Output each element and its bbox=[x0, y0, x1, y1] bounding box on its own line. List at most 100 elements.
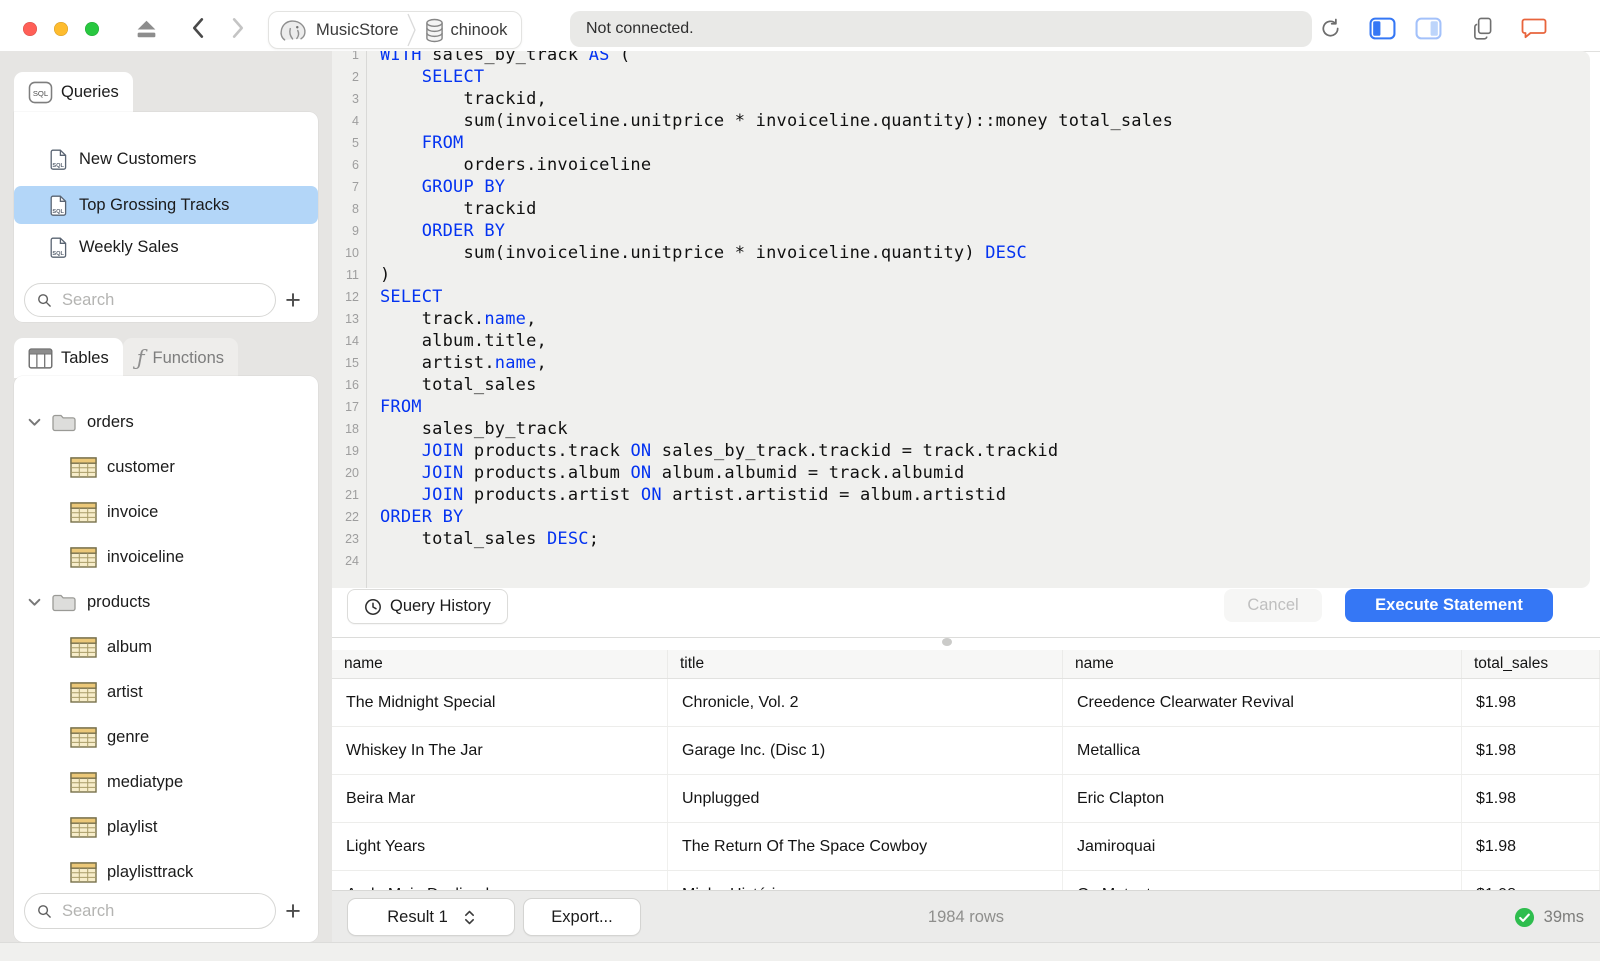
query-item-label: Weekly Sales bbox=[79, 237, 179, 256]
schema-search-field[interactable] bbox=[24, 893, 276, 929]
result-selector[interactable]: Result 1 bbox=[347, 898, 515, 936]
table-cell: Eric Clapton bbox=[1063, 775, 1462, 822]
table-cell: Light Years bbox=[332, 823, 668, 870]
toggle-left-sidebar-button[interactable] bbox=[1367, 13, 1397, 43]
code-line: FROM bbox=[421, 133, 464, 153]
tree-row-products[interactable]: products bbox=[14, 580, 318, 625]
feedback-button[interactable] bbox=[1520, 13, 1548, 43]
query-list: SQL New Customers SQL Top Grossing Tracks SQ… bbox=[14, 112, 318, 270]
table-cell: $1.98 bbox=[1462, 727, 1600, 774]
schema-tree: orders customer invoice invoiceline products… bbox=[14, 376, 318, 895]
title-bar: MusicStore chinook Not connected. bbox=[0, 0, 1600, 52]
tree-row-playlist[interactable]: playlist bbox=[14, 805, 318, 850]
window-bottom-edge bbox=[0, 942, 1600, 961]
table-row[interactable]: Ando Meio DesligadoMinha HistóriaOs Muta… bbox=[332, 871, 1600, 890]
schema-search-input[interactable] bbox=[60, 900, 263, 922]
line-number: 18 bbox=[345, 422, 359, 436]
table-cell: Unplugged bbox=[668, 775, 1063, 822]
overlapping-windows-icon bbox=[1472, 17, 1493, 40]
tree-row-playlisttrack[interactable]: playlisttrack bbox=[14, 850, 318, 895]
add-query-button[interactable]: + bbox=[276, 283, 310, 317]
tree-row-invoice[interactable]: invoice bbox=[14, 490, 318, 535]
tree-item-label: invoiceline bbox=[107, 548, 185, 566]
tree-row-customer[interactable]: customer bbox=[14, 445, 318, 490]
queries-search-field[interactable] bbox=[24, 283, 276, 317]
column-header-name[interactable]: name bbox=[1063, 650, 1462, 678]
sidebar-right-icon bbox=[1415, 17, 1442, 40]
pane-splitter[interactable] bbox=[332, 637, 1600, 638]
svg-text:SQL: SQL bbox=[52, 162, 64, 168]
svg-text:SQL: SQL bbox=[52, 250, 64, 256]
line-number: 3 bbox=[352, 92, 359, 106]
tree-row-album[interactable]: album bbox=[14, 625, 318, 670]
line-number: 15 bbox=[345, 356, 359, 370]
tree-row-invoiceline[interactable]: invoiceline bbox=[14, 535, 318, 580]
query-history-label: Query History bbox=[390, 597, 491, 615]
tree-item-label: customer bbox=[107, 458, 175, 476]
tab-tables[interactable]: Tables bbox=[14, 338, 123, 378]
duplicate-window-button[interactable] bbox=[1469, 13, 1495, 43]
table-cell: $1.98 bbox=[1462, 679, 1600, 726]
tree-item-label: playlisttrack bbox=[107, 863, 194, 881]
sql-badge-icon: SQL bbox=[28, 81, 53, 104]
tab-queries[interactable]: SQL Queries bbox=[14, 72, 133, 112]
column-header-total_sales[interactable]: total_sales bbox=[1462, 650, 1600, 678]
sql-file-icon: SQL bbox=[50, 237, 67, 258]
table-columns-icon bbox=[28, 347, 53, 369]
search-icon bbox=[37, 293, 52, 308]
query-item[interactable]: SQL Weekly Sales bbox=[14, 224, 318, 270]
refresh-button[interactable] bbox=[1316, 13, 1344, 43]
export-button[interactable]: Export... bbox=[523, 898, 641, 936]
tree-row-mediatype[interactable]: mediatype bbox=[14, 760, 318, 805]
chevron-down-icon[interactable] bbox=[28, 598, 41, 607]
cancel-button[interactable]: Cancel bbox=[1224, 589, 1322, 622]
execute-statement-button[interactable]: Execute Statement bbox=[1345, 589, 1553, 622]
line-number: 17 bbox=[345, 400, 359, 414]
minimize-window-button[interactable] bbox=[54, 22, 68, 36]
code-line: total_sales bbox=[380, 375, 537, 395]
queries-search-input[interactable] bbox=[60, 289, 263, 311]
tree-row-artist[interactable]: artist bbox=[14, 670, 318, 715]
sidebar-left-icon bbox=[1369, 17, 1396, 40]
line-number: 16 bbox=[345, 378, 359, 392]
table-row[interactable]: The Midnight Special Chronicle, Vol. 2 Cre… bbox=[332, 679, 1600, 727]
code-line: WITH sales_by_track AS ( bbox=[380, 51, 631, 65]
line-number: 1 bbox=[352, 51, 359, 62]
postgres-elephant-icon bbox=[279, 17, 309, 44]
query-history-button[interactable]: Query History bbox=[347, 589, 508, 624]
tab-queries-label: Queries bbox=[61, 82, 119, 101]
table-row[interactable]: Whiskey In The Jar Garage Inc. (Disc 1) Me… bbox=[332, 727, 1600, 775]
tree-row-genre[interactable]: genre bbox=[14, 715, 318, 760]
chevron-down-icon[interactable] bbox=[28, 418, 41, 427]
breadcrumb-connection[interactable]: MusicStore bbox=[279, 17, 399, 44]
breadcrumb-separator-icon bbox=[406, 13, 417, 47]
connection-status-text: Not connected. bbox=[586, 20, 694, 37]
add-table-button[interactable]: + bbox=[276, 894, 310, 928]
table-row[interactable]: Beira Mar Unplugged Eric Clapton $1.98 bbox=[332, 775, 1600, 823]
table-cell: $1.98 bbox=[1462, 823, 1600, 870]
column-header-name[interactable]: name bbox=[332, 650, 668, 678]
eject-disconnect-button[interactable] bbox=[132, 13, 160, 43]
query-item[interactable]: SQL Top Grossing Tracks bbox=[14, 186, 318, 224]
sql-editor[interactable]: 1 2 3 4 5 6 7 8 9 10 11 12 13 14 15 16 17 18 19 20 21 22 23 24 … bbox=[332, 51, 1590, 588]
back-button[interactable] bbox=[185, 13, 209, 43]
forward-button[interactable] bbox=[226, 13, 250, 43]
toggle-right-sidebar-button[interactable] bbox=[1413, 13, 1443, 43]
line-number: 21 bbox=[345, 488, 359, 502]
cancel-label: Cancel bbox=[1247, 596, 1299, 614]
breadcrumb-database[interactable]: chinook bbox=[425, 18, 507, 43]
column-header-title[interactable]: title bbox=[668, 650, 1063, 678]
query-item[interactable]: SQL New Customers bbox=[14, 136, 318, 182]
tab-functions[interactable]: ƒ Functions bbox=[122, 338, 239, 378]
tree-row-orders[interactable]: orders bbox=[14, 400, 318, 445]
code-line: SELECT bbox=[380, 287, 443, 307]
close-window-button[interactable] bbox=[23, 22, 37, 36]
table-icon bbox=[70, 817, 97, 838]
table-row[interactable]: Light Years The Return Of The Space Cowbo… bbox=[332, 823, 1600, 871]
line-number: 24 bbox=[345, 554, 359, 568]
table-icon bbox=[70, 637, 97, 658]
zoom-window-button[interactable] bbox=[85, 22, 99, 36]
splitter-drag-handle[interactable] bbox=[942, 638, 952, 646]
sql-file-icon: SQL bbox=[50, 149, 67, 170]
